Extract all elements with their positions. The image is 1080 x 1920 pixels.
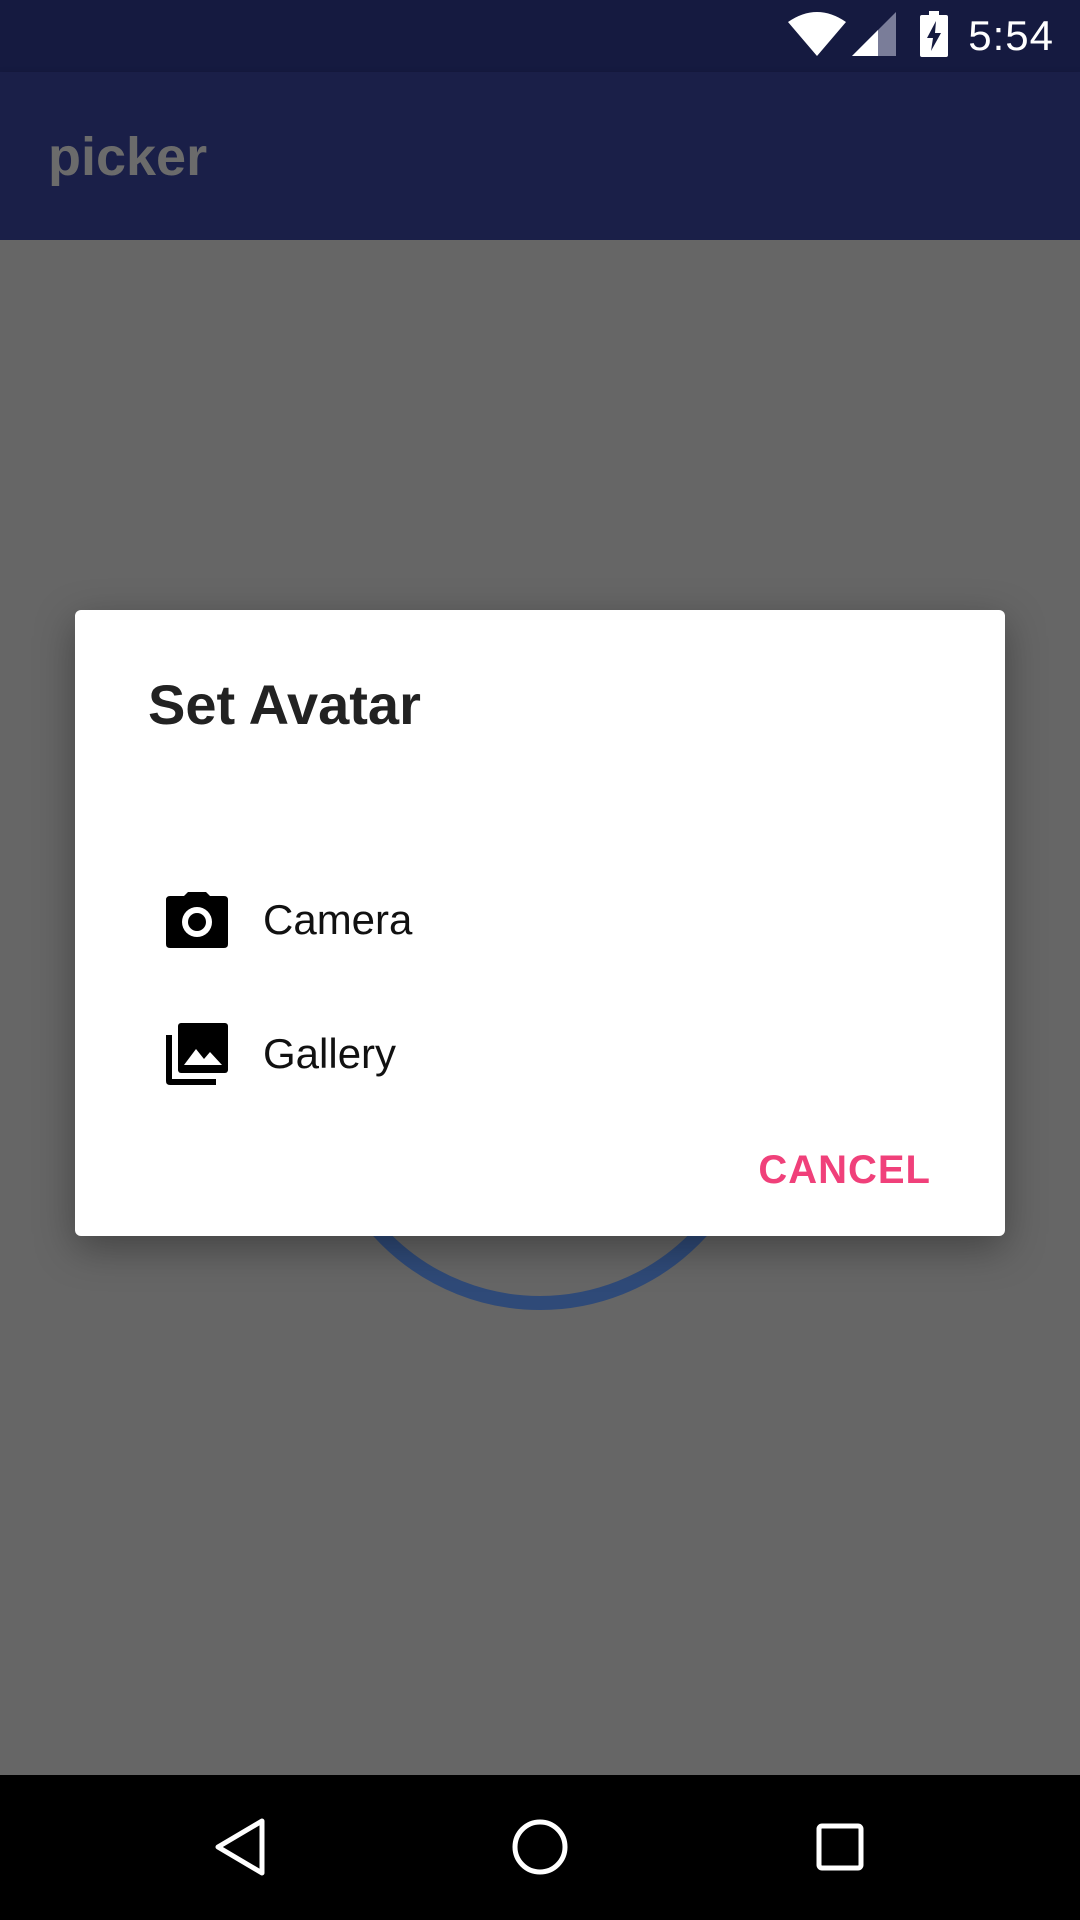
camera-label: Camera xyxy=(263,896,412,944)
gallery-label: Gallery xyxy=(263,1030,396,1078)
battery-charging-icon xyxy=(920,11,948,62)
back-button[interactable] xyxy=(190,1797,290,1897)
status-bar: 5:54 xyxy=(0,0,1080,72)
navigation-bar xyxy=(0,1775,1080,1920)
camera-icon xyxy=(165,888,229,952)
recents-button[interactable] xyxy=(790,1797,890,1897)
camera-option[interactable]: Camera xyxy=(165,870,925,970)
set-avatar-dialog: Set Avatar Camera Gallery CANCEL xyxy=(75,610,1005,1236)
gallery-icon xyxy=(165,1022,229,1086)
cancel-button[interactable]: CANCEL xyxy=(754,1130,935,1210)
home-icon xyxy=(510,1817,570,1877)
app-bar: picker xyxy=(0,72,1080,240)
status-time: 5:54 xyxy=(968,12,1054,60)
wifi-icon xyxy=(788,12,846,61)
status-icons: 5:54 xyxy=(788,0,1054,72)
app-title: picker xyxy=(48,126,207,188)
dialog-title: Set Avatar xyxy=(148,672,421,737)
home-button[interactable] xyxy=(490,1797,590,1897)
back-icon xyxy=(210,1817,270,1877)
signal-icon xyxy=(852,12,896,61)
recents-icon xyxy=(810,1817,870,1877)
gallery-option[interactable]: Gallery xyxy=(165,1004,925,1104)
